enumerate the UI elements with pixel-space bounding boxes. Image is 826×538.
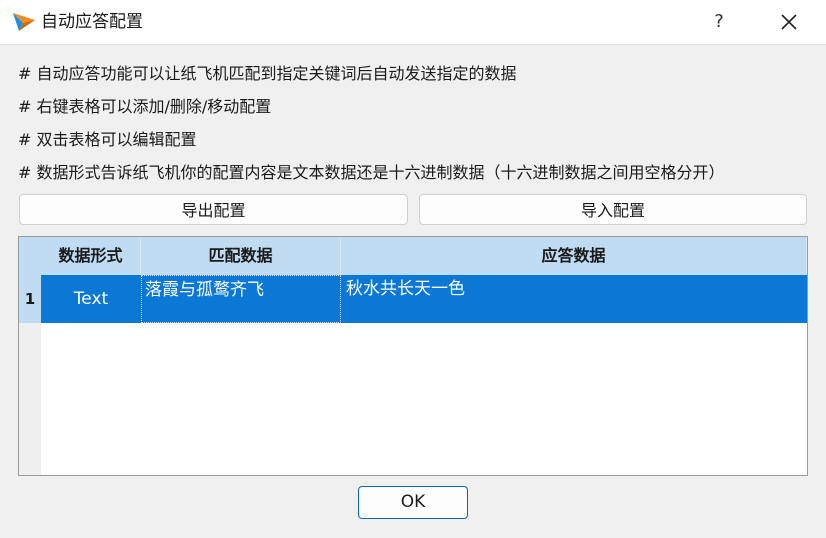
- column-header-reply-data[interactable]: 应答数据: [341, 237, 807, 275]
- help-button[interactable]: ?: [704, 6, 734, 38]
- close-button[interactable]: [772, 6, 806, 38]
- cell-reply-data[interactable]: 秋水共长天一色: [341, 275, 807, 323]
- column-header-data-format[interactable]: 数据形式: [41, 237, 141, 275]
- ok-button[interactable]: OK: [358, 486, 468, 519]
- auto-reply-table[interactable]: 数据形式 匹配数据 应答数据 1 Text 落霞与孤鹜齐飞 秋水共长天一色: [18, 236, 808, 476]
- cell-match-data[interactable]: 落霞与孤鹜齐飞: [141, 275, 341, 323]
- help-text-line: # 右键表格可以添加/删除/移动配置: [18, 97, 272, 116]
- help-text-line: # 数据形式告诉纸飞机你的配置内容是文本数据还是十六进制数据（十六进制数据之间用…: [18, 163, 725, 182]
- row-header[interactable]: 1: [19, 275, 41, 323]
- title-bar: 自动应答配置 ?: [0, 0, 826, 45]
- export-config-button[interactable]: 导出配置: [19, 194, 408, 225]
- help-text-line: # 双击表格可以编辑配置: [18, 130, 197, 149]
- column-header-match-data[interactable]: 匹配数据: [141, 237, 341, 275]
- table-row[interactable]: Text 落霞与孤鹜齐飞 秋水共长天一色: [41, 275, 807, 323]
- cell-data-format[interactable]: Text: [41, 275, 141, 323]
- help-text-line: # 自动应答功能可以让纸飞机匹配到指定关键词后自动发送指定的数据: [18, 64, 517, 83]
- paper-plane-icon: [13, 13, 35, 31]
- table-corner[interactable]: [19, 237, 42, 275]
- close-icon: [781, 14, 797, 30]
- window-title: 自动应答配置: [41, 12, 143, 32]
- import-config-button[interactable]: 导入配置: [419, 194, 807, 225]
